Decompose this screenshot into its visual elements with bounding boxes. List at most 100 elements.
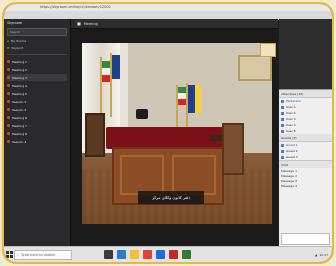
windows-taskbar: ⌕ Type here to search ▲ 10:27 — [4, 246, 332, 262]
sidebar-search-input[interactable]: Search — [7, 28, 67, 36]
desk-panel — [120, 155, 164, 195]
stream-name: Meeting — [83, 21, 98, 26]
room-item[interactable]: Session 3 — [7, 138, 67, 145]
room-icon — [7, 116, 10, 119]
user-icon — [281, 99, 284, 103]
room-item[interactable]: Meeting 1 — [7, 58, 67, 65]
room-label: Meeting 3 — [12, 75, 27, 80]
room-label: Session 2 — [12, 107, 27, 112]
room-label: Meeting 6 — [12, 115, 27, 120]
room-item[interactable]: Meeting 2 — [7, 66, 67, 73]
room-icon — [7, 68, 10, 71]
sidebar-header: Skyroom — [7, 21, 23, 25]
room-item[interactable]: Meeting 5 — [7, 90, 67, 97]
room-label: Meeting 4 — [12, 83, 27, 88]
room-label: Meeting 8 — [12, 131, 27, 136]
wall-picture — [238, 55, 272, 81]
room-label: Meeting 5 — [12, 91, 27, 96]
main-stream-area: ■ Meeting دفتر کانون وکلای مرکز — [71, 19, 278, 247]
room-icon — [7, 92, 10, 95]
network-icon[interactable]: ▲ — [315, 253, 317, 257]
user-icon — [281, 149, 284, 153]
taskbar-apps — [104, 250, 191, 259]
user-icon — [281, 117, 284, 121]
taskbar-search-text: Type here to search — [20, 252, 56, 257]
screenshot-frame: https://skyroom.online/ch/kanoon/12002 S… — [2, 2, 334, 264]
windows-logo-icon — [5, 251, 13, 258]
room-label: Session 3 — [12, 139, 27, 144]
guests-header: Guests (3) — [279, 134, 332, 142]
desk-panel — [172, 155, 216, 195]
room-label: Meeting 1 — [12, 59, 27, 64]
room-icon — [7, 124, 10, 127]
task-view-icon[interactable] — [104, 250, 113, 259]
folder-icon[interactable] — [130, 250, 139, 259]
user-icon — [281, 155, 284, 159]
desk-flag-blue — [188, 85, 195, 113]
stream-header: ■ Meeting — [71, 19, 278, 29]
attendees-header: Attendees (10) — [279, 90, 332, 98]
edge-icon[interactable] — [117, 250, 126, 259]
chat-header: Chat — [279, 160, 332, 168]
user-icon — [281, 123, 284, 127]
sidebar-divider — [7, 54, 67, 55]
chrome-icon[interactable] — [143, 250, 152, 259]
chat-message: Message 4 — [281, 183, 298, 188]
room-item[interactable]: Session 2 — [7, 106, 67, 113]
window-title: https://skyroom.online/ch/kanoon/12002 — [40, 5, 111, 9]
sidebar-link-label: Support — [11, 45, 24, 50]
room-label: Session 1 — [12, 99, 27, 104]
sidebar-search-placeholder: Search — [10, 30, 21, 34]
attendee-name: User 5 — [286, 129, 296, 133]
search-icon: ⌕ — [17, 252, 19, 257]
room-icon — [7, 100, 10, 103]
attendee-name: User 1 — [286, 105, 296, 109]
sidebar-link-my-rooms[interactable]: ⌂ My Rooms — [4, 37, 70, 44]
desk-nameplate — [210, 135, 222, 141]
home-icon: ⌂ — [7, 38, 9, 43]
user-icon — [281, 111, 284, 115]
attendee-name: User 3 — [286, 117, 296, 121]
room-label: Meeting 2 — [12, 67, 27, 72]
video-caption: دفتر کانون وکلای مرکز — [138, 191, 204, 204]
right-panel: Attendees (10) Moderator User 1 User 2 U… — [279, 19, 332, 247]
room-item[interactable]: Meeting 7 — [7, 122, 67, 129]
room-item[interactable]: Meeting 6 — [7, 114, 67, 121]
clock[interactable]: 10:27 — [319, 253, 328, 257]
user-icon — [281, 129, 284, 133]
app-icon[interactable] — [182, 250, 191, 259]
sidebar-link-support[interactable]: ✉ Support — [4, 44, 70, 51]
attendee-name: User 2 — [286, 111, 296, 115]
guest-name: Guest 1 — [286, 143, 298, 147]
desk-red-cloth — [106, 127, 226, 149]
app-icon[interactable] — [169, 250, 178, 259]
room-icon — [7, 132, 10, 135]
start-button[interactable] — [4, 251, 14, 258]
room-item[interactable]: Session 1 — [7, 98, 67, 105]
store-icon[interactable] — [156, 250, 165, 259]
attendee-name: User 4 — [286, 123, 296, 127]
sidebar-link-label: My Rooms — [10, 38, 27, 43]
room-icon — [7, 84, 10, 87]
taskbar-search-input[interactable]: ⌕ Type here to search — [14, 249, 72, 260]
user-icon — [281, 105, 284, 109]
guest-name: Guest 2 — [286, 149, 298, 153]
camera-icon: ■ — [77, 21, 81, 26]
room-icon — [7, 60, 10, 63]
room-label: Meeting 7 — [12, 123, 27, 128]
user-icon — [281, 143, 284, 147]
room-item-active[interactable]: Meeting 3 — [7, 74, 67, 81]
emblem-logo — [260, 43, 276, 57]
system-tray: ▲ 10:27 — [315, 253, 328, 257]
attendee-name: Moderator — [286, 99, 302, 103]
video-frame[interactable]: دفتر کانون وکلای مرکز — [82, 43, 272, 224]
desk-phone — [136, 109, 148, 119]
chat-input[interactable] — [281, 233, 330, 245]
flag-blue — [112, 55, 120, 79]
office-chair — [222, 123, 244, 175]
room-icon — [7, 108, 10, 111]
room-item[interactable]: Meeting 8 — [7, 130, 67, 137]
room-item[interactable]: Meeting 4 — [7, 82, 67, 89]
guest-name: Guest 3 — [286, 155, 298, 159]
room-icon — [7, 76, 10, 79]
